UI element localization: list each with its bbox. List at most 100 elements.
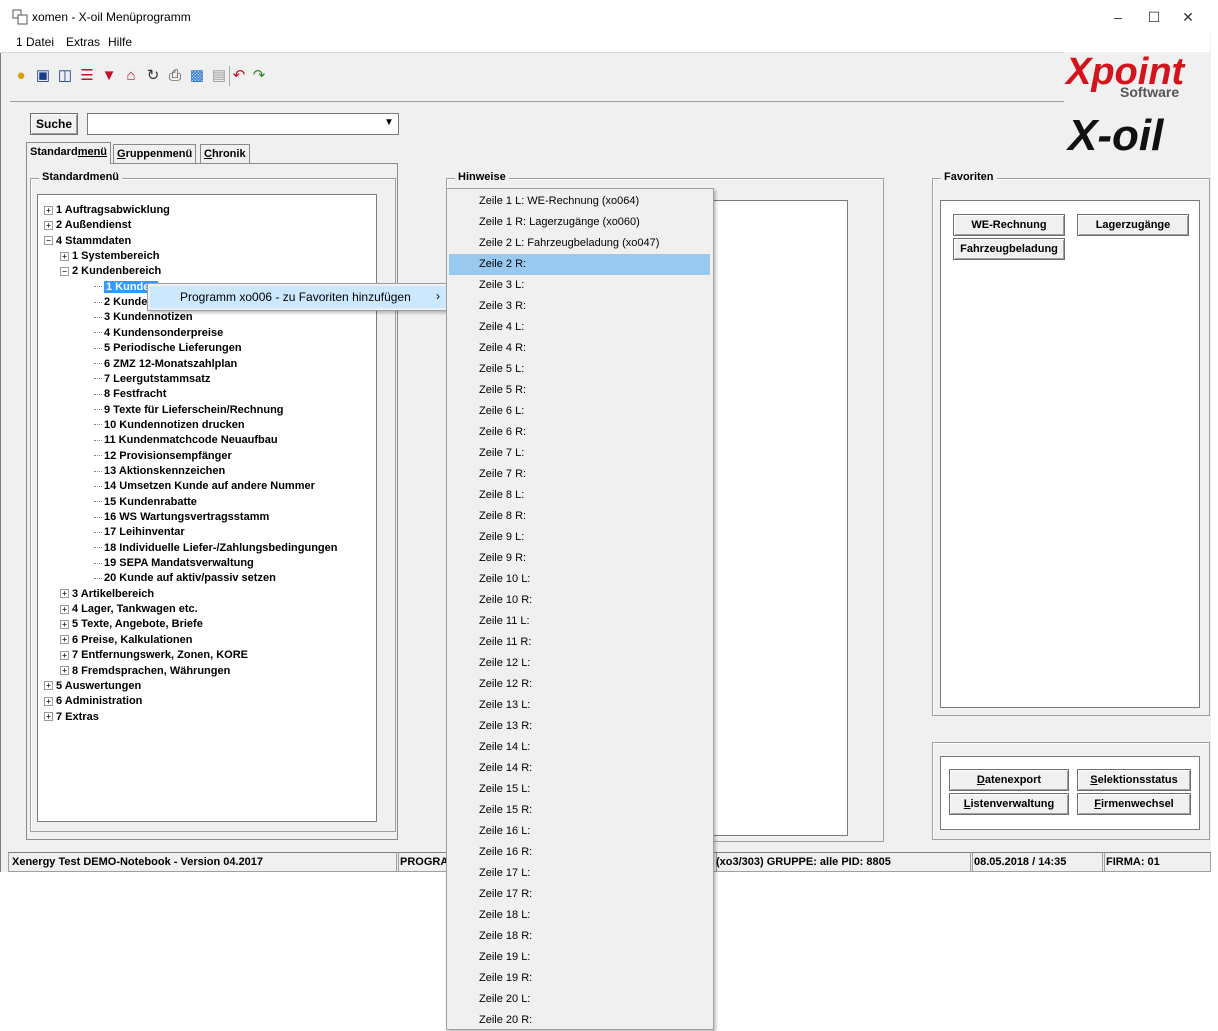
expand-icon[interactable]: +	[44, 696, 53, 706]
tree-node[interactable]: 8 Festfracht	[94, 387, 166, 401]
submenu-item[interactable]: Zeile 10 L:	[449, 569, 710, 590]
tree-node[interactable]: +7 Entfernungswerk, Zonen, KORE	[60, 648, 248, 662]
submenu-item[interactable]: Zeile 15 L:	[449, 779, 710, 800]
tree-node[interactable]: +7 Extras	[44, 710, 99, 724]
redo-icon[interactable]: ↷	[250, 67, 268, 85]
submenu-item[interactable]: Zeile 19 L:	[449, 947, 710, 968]
expand-icon[interactable]: +	[60, 635, 69, 645]
collapse-icon[interactable]: −	[60, 266, 69, 276]
submenu-item[interactable]: Zeile 19 R:	[449, 968, 710, 989]
submenu-item[interactable]: Zeile 7 R:	[449, 464, 710, 485]
fav-lagerzugaenge-button[interactable]: Lagerzugänge	[1077, 214, 1189, 236]
tree-node[interactable]: 20 Kunde auf aktiv/passiv setzen	[94, 571, 276, 585]
tree-node[interactable]: +5 Texte, Angebote, Briefe	[60, 617, 203, 631]
screen-icon[interactable]: ▩	[188, 67, 206, 85]
submenu-item[interactable]: Zeile 10 R:	[449, 590, 710, 611]
tree-node[interactable]: 7 Leergutstammsatz	[94, 372, 210, 386]
submenu-item[interactable]: Zeile 18 L:	[449, 905, 710, 926]
database-icon[interactable]: ☰	[78, 67, 96, 85]
submenu-item[interactable]: Zeile 13 L:	[449, 695, 710, 716]
submenu-item[interactable]: Zeile 6 L:	[449, 401, 710, 422]
firmenwechsel-button[interactable]: Firmenwechsel	[1077, 793, 1191, 815]
submenu-item[interactable]: Zeile 3 L:	[449, 275, 710, 296]
submenu-item[interactable]: Zeile 8 R:	[449, 506, 710, 527]
submenu-item[interactable]: Zeile 2 R:	[449, 254, 710, 275]
info-icon[interactable]: ▣	[34, 67, 52, 85]
tree-node[interactable]: 12 Provisionsempfänger	[94, 449, 232, 463]
fav-we-rechnung-button[interactable]: WE-Rechnung	[953, 214, 1065, 236]
tree-node[interactable]: +4 Lager, Tankwagen etc.	[60, 602, 198, 616]
submenu-item[interactable]: Zeile 4 R:	[449, 338, 710, 359]
tree-node[interactable]: 9 Texte für Lieferschein/Rechnung	[94, 403, 284, 417]
search-combobox[interactable]: ▼	[87, 113, 399, 135]
submenu-item[interactable]: Zeile 12 L:	[449, 653, 710, 674]
submenu-item[interactable]: Zeile 4 L:	[449, 317, 710, 338]
tree-node[interactable]: 11 Kundenmatchcode Neuaufbau	[94, 433, 278, 447]
undo-icon[interactable]: ↶	[230, 67, 248, 85]
close-button[interactable]: ✕	[1168, 4, 1208, 30]
submenu-item[interactable]: Zeile 3 R:	[449, 296, 710, 317]
datenexport-button[interactable]: Datenexport	[949, 769, 1069, 791]
tree-node[interactable]: 6 ZMZ 12-Monatszahlplan	[94, 357, 237, 371]
minimize-button[interactable]: –	[1098, 4, 1138, 30]
submenu-item[interactable]: Zeile 11 L:	[449, 611, 710, 632]
expand-icon[interactable]: +	[44, 681, 53, 691]
tree-node[interactable]: 17 Leihinventar	[94, 525, 185, 539]
lightbulb-icon[interactable]: ●	[12, 67, 30, 85]
selektionsstatus-button[interactable]: Selektionsstatus	[1077, 769, 1191, 791]
save-icon[interactable]: ▤	[210, 67, 228, 85]
tree-node[interactable]: 5 Periodische Lieferungen	[94, 341, 242, 355]
refresh-icon[interactable]: ↻	[144, 67, 162, 85]
tree-node[interactable]: 14 Umsetzen Kunde auf andere Nummer	[94, 479, 315, 493]
expand-icon[interactable]: +	[60, 666, 69, 676]
tree-node[interactable]: 3 Kundennotizen	[94, 310, 193, 324]
submenu-item[interactable]: Zeile 12 R:	[449, 674, 710, 695]
expand-icon[interactable]: +	[60, 589, 69, 599]
submenu-item[interactable]: Zeile 2 L: Fahrzeugbeladung (xo047)	[449, 233, 710, 254]
context-item-add-favorite[interactable]: Programm xo006 - zu Favoriten hinzufügen…	[150, 286, 446, 308]
submenu-item[interactable]: Zeile 13 R:	[449, 716, 710, 737]
submenu-item[interactable]: Zeile 18 R:	[449, 926, 710, 947]
tree-node[interactable]: 15 Kundenrabatte	[94, 495, 197, 509]
submenu-item[interactable]: Zeile 16 R:	[449, 842, 710, 863]
submenu-item[interactable]: Zeile 16 L:	[449, 821, 710, 842]
submenu-item[interactable]: Zeile 17 L:	[449, 863, 710, 884]
submenu-item[interactable]: Zeile 8 L:	[449, 485, 710, 506]
tab-standardmenue[interactable]: Standardmenü	[26, 142, 112, 164]
submenu-item[interactable]: Zeile 11 R:	[449, 632, 710, 653]
expand-icon[interactable]: +	[60, 620, 69, 630]
submenu-item[interactable]: Zeile 20 L:	[449, 989, 710, 1010]
tree-node[interactable]: +1 Systembereich	[60, 249, 159, 263]
expand-icon[interactable]: +	[44, 205, 53, 215]
submenu-item[interactable]: Zeile 9 L:	[449, 527, 710, 548]
tree-node[interactable]: 16 WS Wartungsvertragsstamm	[94, 510, 269, 524]
submenu-item[interactable]: Zeile 6 R:	[449, 422, 710, 443]
tree-node[interactable]: 19 SEPA Mandatsverwaltung	[94, 556, 254, 570]
submenu-item[interactable]: Zeile 9 R:	[449, 548, 710, 569]
tab-gruppenmenue[interactable]: Gruppenmenü	[113, 144, 197, 163]
expand-icon[interactable]: +	[60, 604, 69, 614]
tree-node[interactable]: +3 Artikelbereich	[60, 587, 154, 601]
menu-hilfe[interactable]: Hilfe	[108, 35, 132, 49]
tree-node[interactable]: 4 Kundensonderpreise	[94, 326, 223, 340]
search-button[interactable]: Suche	[30, 113, 78, 135]
tree-node[interactable]: 13 Aktionskennzeichen	[94, 464, 225, 478]
submenu-item[interactable]: Zeile 14 L:	[449, 737, 710, 758]
submenu-item[interactable]: Zeile 7 L:	[449, 443, 710, 464]
fav-fahrzeugbeladung-button[interactable]: Fahrzeugbeladung	[953, 238, 1065, 260]
filter-icon[interactable]: ▼	[100, 67, 118, 85]
tree-node[interactable]: 2 Kunder	[94, 295, 152, 309]
tab-chronik[interactable]: Chronik	[200, 144, 250, 163]
house-icon[interactable]: ⌂	[122, 67, 140, 85]
collapse-icon[interactable]: −	[44, 236, 53, 246]
tree-node[interactable]: −2 Kundenbereich	[60, 264, 161, 278]
expand-icon[interactable]: +	[44, 220, 53, 230]
tree-node[interactable]: 10 Kundennotizen drucken	[94, 418, 245, 432]
expand-icon[interactable]: +	[44, 712, 53, 722]
tree-node[interactable]: +2 Außendienst	[44, 218, 131, 232]
menu-datei[interactable]: 1 Datei	[16, 35, 54, 49]
expand-icon[interactable]: +	[60, 251, 69, 261]
submenu-item[interactable]: Zeile 5 L:	[449, 359, 710, 380]
listenverwaltung-button[interactable]: Listenverwaltung	[949, 793, 1069, 815]
submenu-item[interactable]: Zeile 5 R:	[449, 380, 710, 401]
